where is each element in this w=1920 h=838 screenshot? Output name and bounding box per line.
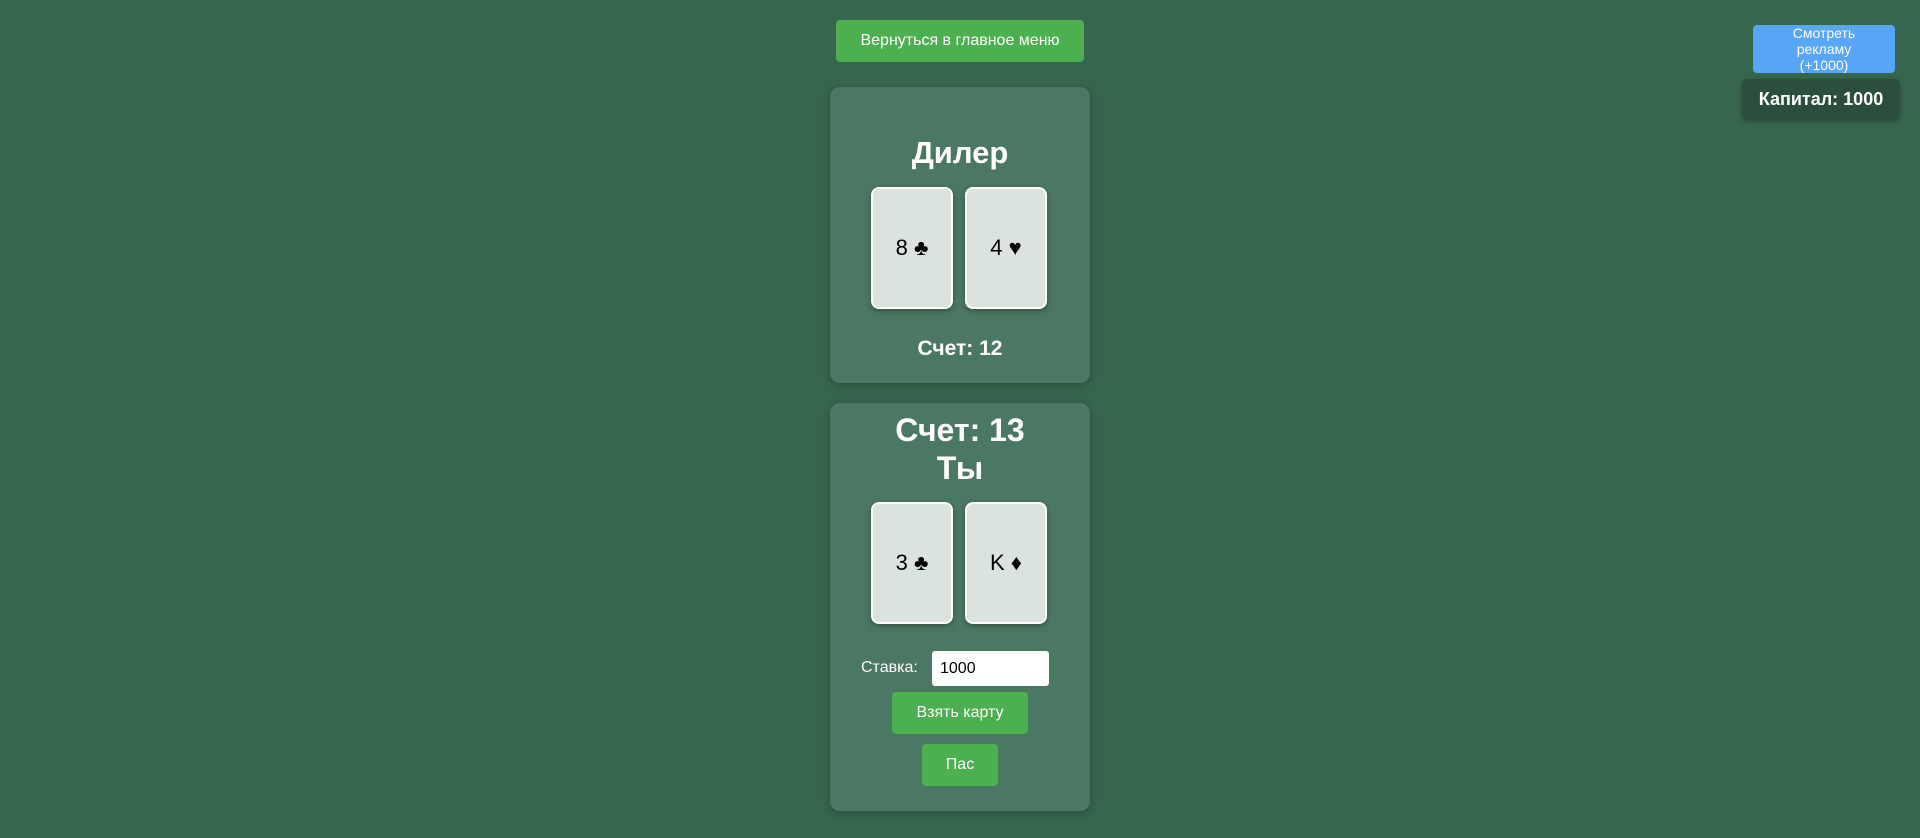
dealer-card: 8 ♣ (871, 187, 953, 309)
card-rank: 4 (990, 235, 1003, 260)
club-icon: ♣ (913, 235, 929, 260)
hit-button[interactable]: Взять карту (892, 692, 1028, 734)
dealer-card: 4 ♥ (965, 187, 1047, 309)
diamond-icon: ♦ (1010, 550, 1023, 575)
dealer-score: Счет: 12 (917, 337, 1003, 360)
card-rank: 8 (895, 235, 908, 260)
dealer-title: Дилер (911, 135, 1009, 170)
player-card: 3 ♣ (871, 502, 953, 624)
back-to-menu-button[interactable]: Вернуться в главное меню (836, 20, 1084, 62)
watch-ad-button[interactable]: Смотреть рекламу (+1000) (1753, 25, 1895, 73)
player-score: Счет: 13 (895, 412, 1025, 448)
player-card: K ♦ (965, 502, 1047, 624)
player-panel: Счет: 13 Ты 3 ♣ K ♦ Ставка: Взять карту … (830, 403, 1090, 811)
capital-display: Капитал: 1000 (1742, 79, 1900, 119)
heart-icon: ♥ (1008, 235, 1022, 260)
card-rank: 3 (895, 550, 908, 575)
dealer-panel: Дилер 8 ♣ 4 ♥ Счет: 12 (830, 87, 1090, 383)
player-title: Ты (936, 450, 984, 486)
stand-button[interactable]: Пас (922, 744, 998, 786)
stake-label: Ставка: (861, 659, 918, 676)
club-icon: ♣ (913, 550, 929, 575)
card-rank: K (989, 550, 1005, 575)
stake-input[interactable] (932, 651, 1049, 686)
